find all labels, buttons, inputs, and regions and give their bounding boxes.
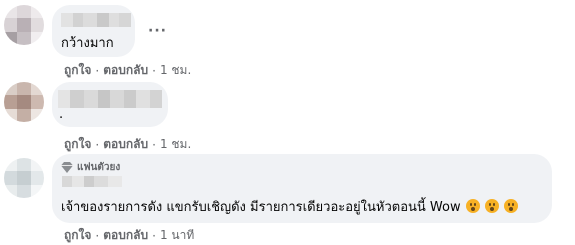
comment-text: เจ้าของรายการดัง แขกรับเชิญดัง มีรายการเ… — [61, 199, 519, 216]
commenter-name-blurred[interactable] — [62, 176, 122, 187]
comment-text-body: เจ้าของรายการดัง แขกรับเชิญดัง มีรายการเ… — [61, 200, 461, 215]
separator-dot: · — [95, 228, 100, 243]
reply-button[interactable]: ตอบกลับ — [103, 135, 148, 154]
comment-text: . — [59, 107, 64, 122]
comment-actions: ถูกใจ · ตอบกลับ · 1 ชม. — [64, 135, 191, 154]
reply-button[interactable]: ตอบกลับ — [103, 61, 148, 80]
top-fan-badge-label: แฟนตัวยง — [77, 162, 121, 173]
comment-text: กว้างมาก — [61, 36, 114, 51]
comment-actions: ถูกใจ · ตอบกลับ · 1 ชม. — [64, 61, 191, 80]
comment-bubble — [52, 82, 168, 127]
separator-dot: · — [152, 63, 156, 78]
commenter-avatar[interactable] — [4, 5, 44, 45]
comment-timestamp[interactable]: 1 นาที — [160, 226, 194, 245]
like-button[interactable]: ถูกใจ — [64, 61, 91, 80]
commenter-avatar[interactable] — [4, 158, 44, 198]
separator-dot: · — [95, 63, 100, 78]
commenter-avatar[interactable] — [4, 82, 44, 122]
comment-timestamp[interactable]: 1 ชม. — [160, 135, 191, 154]
commenter-name-blurred[interactable] — [61, 13, 131, 27]
more-options-button[interactable]: ··· — [148, 23, 167, 39]
separator-dot: · — [152, 228, 156, 243]
commenter-name-blurred[interactable] — [58, 90, 162, 108]
astonished-face-icon — [484, 199, 499, 213]
comment-timestamp[interactable]: 1 ชม. — [160, 61, 191, 80]
separator-dot: · — [152, 137, 156, 152]
comment-actions: ถูกใจ · ตอบกลับ · 1 นาที — [64, 226, 194, 245]
diamond-icon — [61, 162, 73, 173]
like-button[interactable]: ถูกใจ — [64, 226, 91, 245]
reply-button[interactable]: ตอบกลับ — [103, 226, 148, 245]
astonished-face-icon — [465, 199, 480, 213]
emoji-group — [465, 199, 519, 215]
astonished-face-icon — [504, 199, 519, 213]
separator-dot: · — [95, 137, 100, 152]
top-fan-badge[interactable]: แฟนตัวยง — [61, 160, 120, 175]
like-button[interactable]: ถูกใจ — [64, 135, 91, 154]
